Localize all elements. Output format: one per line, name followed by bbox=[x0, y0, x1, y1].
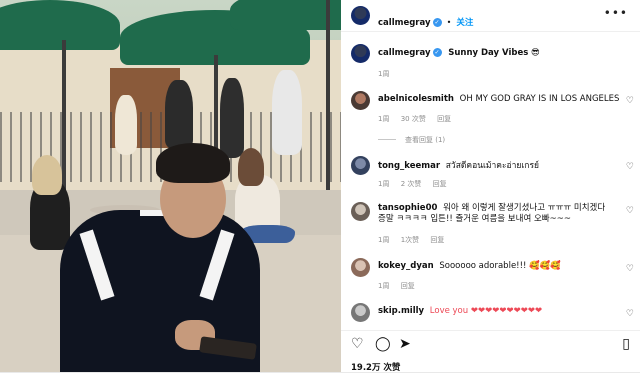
verified-badge-icon: ✓ bbox=[432, 48, 442, 57]
comment-username[interactable]: abelnicolesmith bbox=[378, 94, 454, 104]
post-photo[interactable] bbox=[0, 0, 341, 372]
comment-text: OH MY GOD GRAY IS IN LOS ANGELES bbox=[459, 94, 620, 104]
author-avatar[interactable] bbox=[351, 6, 370, 25]
comment-avatar[interactable] bbox=[351, 202, 370, 221]
more-options-icon[interactable]: ••• bbox=[604, 6, 628, 20]
follow-button[interactable]: 关注 bbox=[456, 18, 473, 28]
post-details-panel: callmegray ✓ • 关注 ••• callmegray ✓ Sunny D… bbox=[341, 0, 640, 373]
photo-umbrella bbox=[230, 0, 341, 30]
comment: kokey_dyan Soooooo adorable!!! 🥰🥰🥰 bbox=[378, 261, 561, 271]
caption-meta: 1周 bbox=[378, 69, 398, 79]
caption-avatar[interactable] bbox=[351, 44, 370, 63]
comment: skip.milly Love you ❤❤❤❤❤❤❤❤❤❤ bbox=[378, 306, 542, 316]
comment-meta: 1周 回复 bbox=[378, 281, 424, 291]
comment-avatar[interactable] bbox=[351, 303, 370, 322]
photo-person bbox=[115, 95, 137, 155]
heart-icon[interactable]: ♡ bbox=[351, 337, 364, 351]
comment-text: Love you ❤❤❤❤❤❤❤❤❤❤ bbox=[429, 306, 543, 316]
comment-meta: 1周 2 次赞 回复 bbox=[378, 179, 456, 189]
separator-dot: • bbox=[446, 18, 452, 27]
instagram-post-window: callmegray ✓ • 关注 ••• callmegray ✓ Sunny D… bbox=[0, 0, 640, 373]
comment-meta: 1周 1次赞 回复 bbox=[378, 235, 453, 245]
comment-like-count[interactable]: 2 次赞 bbox=[401, 180, 422, 188]
caption-line: callmegray ✓ Sunny Day Vibes 😎 bbox=[378, 48, 540, 58]
photo-hair bbox=[32, 155, 62, 195]
comment-like-count[interactable]: 1次赞 bbox=[401, 236, 419, 244]
photo-person bbox=[220, 78, 244, 158]
header-userline: callmegray ✓ • 关注 bbox=[378, 10, 473, 29]
comment-time: 1周 bbox=[378, 180, 390, 188]
caption-text: Sunny Day Vibes bbox=[448, 48, 529, 58]
comment-reply-button[interactable]: 回复 bbox=[437, 115, 451, 123]
bookmark-icon[interactable]: ▯ bbox=[622, 337, 630, 351]
caption-time: 1周 bbox=[378, 70, 390, 78]
comment-like-heart-icon[interactable]: ♡ bbox=[626, 309, 634, 319]
jacket-stripe bbox=[79, 229, 115, 301]
comment-username[interactable]: skip.milly bbox=[378, 306, 424, 316]
comment-like-heart-icon[interactable]: ♡ bbox=[626, 206, 634, 216]
comment: tansophie00 워아 왜 이렇게 잘생기셨나고 ㅠㅠㅠ 미치겠다 증말 … bbox=[378, 203, 608, 225]
photo-person bbox=[165, 80, 193, 150]
comment-reply-button[interactable]: 回复 bbox=[430, 236, 444, 244]
comment-username[interactable]: kokey_dyan bbox=[378, 261, 434, 271]
comment-like-heart-icon[interactable]: ♡ bbox=[626, 162, 634, 172]
view-replies-label[interactable]: 查看回复 (1) bbox=[405, 136, 445, 144]
verified-badge-icon: ✓ bbox=[432, 18, 442, 27]
comment-text: สวัสดีคอนเม้าคะอ่ายเกรย์ bbox=[445, 161, 539, 171]
comment-avatar[interactable] bbox=[351, 258, 370, 277]
comment-time: 1周 bbox=[378, 115, 390, 123]
comment-reply-button[interactable]: 回复 bbox=[401, 282, 415, 290]
comment-like-count[interactable]: 30 次赞 bbox=[401, 115, 426, 123]
comment-text: Soooooo adorable!!! 🥰🥰🥰 bbox=[439, 261, 561, 271]
comment-time: 1周 bbox=[378, 236, 390, 244]
comment-avatar[interactable] bbox=[351, 156, 370, 175]
author-username[interactable]: callmegray bbox=[378, 18, 431, 28]
jacket-stripe bbox=[199, 229, 235, 301]
likes-count[interactable]: 19.2万 次赞 bbox=[351, 361, 400, 373]
photo-person bbox=[272, 70, 302, 155]
post-header: callmegray ✓ • 关注 ••• bbox=[341, 0, 640, 32]
reply-line bbox=[378, 139, 396, 140]
comment-username[interactable]: tong_keemar bbox=[378, 161, 440, 171]
caption-username[interactable]: callmegray bbox=[378, 48, 431, 58]
comment-avatar[interactable] bbox=[351, 91, 370, 110]
caption-emoji: 😎 bbox=[530, 48, 540, 58]
comment-meta: 1周 30 次赞 回复 bbox=[378, 114, 460, 124]
comment: tong_keemar สวัสดีคอนเม้าคะอ่ายเกรย์ bbox=[378, 158, 539, 172]
view-replies[interactable]: 查看回复 (1) bbox=[378, 135, 454, 145]
comment: abelnicolesmith OH MY GOD GRAY IS IN LOS… bbox=[378, 94, 619, 104]
photo-hair bbox=[238, 148, 264, 186]
comment-time: 1周 bbox=[378, 282, 390, 290]
post-actions-bar: ♡ ◯ ➤ ▯ bbox=[341, 330, 640, 356]
photo-umbrella bbox=[0, 0, 120, 50]
share-icon[interactable]: ➤ bbox=[399, 337, 411, 351]
comment-reply-button[interactable]: 回复 bbox=[433, 180, 447, 188]
subject-hair bbox=[156, 143, 230, 183]
comment-icon[interactable]: ◯ bbox=[375, 337, 391, 351]
comment-username[interactable]: tansophie00 bbox=[378, 203, 437, 213]
comment-like-heart-icon[interactable]: ♡ bbox=[626, 96, 634, 106]
comment-like-heart-icon[interactable]: ♡ bbox=[626, 264, 634, 274]
